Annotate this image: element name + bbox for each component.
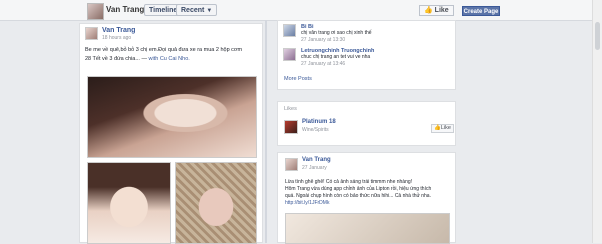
- author-avatar[interactable]: [85, 27, 98, 40]
- comment-time[interactable]: 27 January at 13:46: [301, 61, 345, 67]
- scrollbar[interactable]: [592, 0, 602, 243]
- likes-section-label: Likes: [284, 106, 297, 112]
- comment-time[interactable]: 27 January at 13:30: [301, 37, 345, 43]
- post-text-line3: quá. Ngoài chụp hình còn có bảo thức nữa…: [285, 193, 431, 199]
- timeline-dropdown-label: Timeline: [149, 7, 178, 14]
- thumbs-up-icon: 👍: [424, 7, 433, 14]
- comment-text: chị vân trang ơi sao chị xinh thế: [301, 30, 372, 36]
- post-text-prefix: 28 Tết về 3 đứa chia... —: [85, 56, 147, 62]
- post-text-line1: Lừa tình ghê ghê! Có cả ảnh sáng trái ti…: [285, 179, 413, 185]
- post-time[interactable]: 27 January: [302, 165, 327, 171]
- liked-page-name[interactable]: Platinum 18: [302, 119, 336, 125]
- chevron-down-icon: ▼: [206, 8, 213, 14]
- commenter-avatar[interactable]: [283, 48, 296, 61]
- timeline-header-bar: Van Trang Timeline ▼ Recent▼ 👍 Like Creat…: [0, 0, 602, 21]
- post-photo-2[interactable]: [87, 162, 171, 244]
- timeline-divider: [265, 20, 267, 243]
- comments-card: Bi Bi chị vân trang ơi sao chị xinh thế …: [277, 20, 456, 90]
- post-link[interactable]: http://bit.ly/1JFrDMk: [285, 200, 329, 207]
- likes-card: Likes Platinum 18 Wine/Spirits 👍Like: [277, 101, 456, 146]
- like-page-label: Like: [434, 7, 449, 14]
- liked-page-avatar[interactable]: [284, 120, 298, 134]
- profile-avatar[interactable]: [87, 3, 104, 20]
- create-page-button[interactable]: Create Page: [462, 6, 500, 16]
- post-text-line1: Be me về quê,bỏ bỏ 3 chị em.Đọi quả đưa …: [85, 47, 243, 53]
- post-time[interactable]: 18 hours ago: [102, 35, 131, 41]
- tagged-friend-link[interactable]: with Cu Cai Nho.: [149, 56, 190, 62]
- more-posts-link[interactable]: More Posts: [284, 76, 312, 82]
- post-text-line2: Hôm Trang vừa dùng app chỉnh ảnh của Lip…: [285, 186, 432, 192]
- liked-page-like-button[interactable]: 👍Like: [431, 124, 454, 133]
- post-photo[interactable]: [285, 213, 450, 244]
- liked-page-category: Wine/Spirits: [302, 127, 329, 133]
- commenter-avatar[interactable]: [283, 24, 296, 37]
- recent-dropdown-label: Recent: [181, 7, 205, 14]
- thumbs-up-icon: 👍: [434, 125, 441, 131]
- profile-name[interactable]: Van Trang: [106, 5, 144, 14]
- author-avatar[interactable]: [285, 158, 298, 171]
- post-author[interactable]: Van Trang: [102, 27, 135, 34]
- recent-dropdown[interactable]: Recent ▼: [176, 4, 218, 16]
- like-page-button[interactable]: 👍 Like: [419, 5, 454, 16]
- post-text-line2: 28 Tết về 3 đứa chia... — with Cu Cai Nh…: [85, 55, 261, 63]
- post-author[interactable]: Van Trang: [302, 157, 331, 163]
- post-photo-main[interactable]: [87, 76, 257, 158]
- liked-page-like-label: Like: [440, 125, 451, 131]
- post-card: Van Trang 18 hours ago Be me về quê,bỏ b…: [79, 23, 263, 244]
- post-photo-3[interactable]: [175, 162, 257, 244]
- comment-text: chuc chị trang an tet vui ve nha: [301, 54, 371, 60]
- post-card-second: Van Trang 27 January Lừa tình ghê ghê! C…: [277, 152, 456, 244]
- scrollbar-thumb[interactable]: [595, 22, 600, 50]
